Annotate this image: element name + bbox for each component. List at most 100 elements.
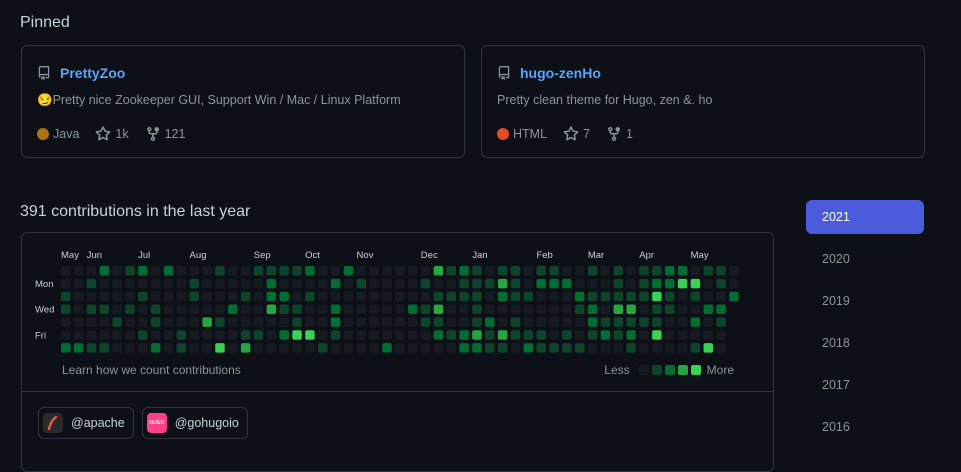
- contribution-day[interactable]: [433, 304, 444, 315]
- contribution-day[interactable]: [459, 304, 469, 315]
- contribution-day[interactable]: [330, 291, 341, 302]
- contribution-day[interactable]: [305, 330, 315, 340]
- contribution-day[interactable]: [176, 317, 187, 327]
- contribution-day[interactable]: [150, 304, 161, 315]
- contribution-day[interactable]: [587, 330, 598, 340]
- contribution-day[interactable]: [536, 304, 546, 315]
- contribution-day[interactable]: [369, 317, 379, 327]
- contribution-day[interactable]: [497, 266, 508, 276]
- contribution-day[interactable]: [575, 343, 585, 353]
- contribution-day[interactable]: [292, 266, 302, 276]
- contribution-day[interactable]: [266, 291, 277, 302]
- contribution-day[interactable]: [510, 343, 521, 353]
- contribution-day[interactable]: [600, 266, 611, 276]
- contribution-day[interactable]: [703, 343, 714, 353]
- contribution-day[interactable]: [202, 291, 212, 302]
- contribution-day[interactable]: [382, 343, 392, 353]
- contribution-day[interactable]: [266, 317, 277, 327]
- contribution-day[interactable]: [356, 278, 367, 289]
- contribution-day[interactable]: [562, 278, 572, 289]
- contribution-day[interactable]: [652, 278, 662, 289]
- contribution-day[interactable]: [125, 304, 135, 315]
- contribution-day[interactable]: [112, 291, 122, 302]
- contribution-day[interactable]: [138, 304, 148, 315]
- contribution-day[interactable]: [523, 343, 534, 353]
- contribution-day[interactable]: [369, 304, 379, 315]
- contribution-day[interactable]: [497, 304, 508, 315]
- contribution-day[interactable]: [459, 266, 469, 276]
- contribution-day[interactable]: [523, 266, 534, 276]
- contribution-day[interactable]: [330, 266, 341, 276]
- contribution-day[interactable]: [138, 343, 148, 353]
- contribution-day[interactable]: [485, 317, 495, 327]
- contribution-day[interactable]: [176, 291, 187, 302]
- contribution-day[interactable]: [716, 317, 726, 327]
- contribution-day[interactable]: [497, 343, 508, 353]
- contribution-day[interactable]: [652, 266, 662, 276]
- contribution-day[interactable]: [73, 278, 84, 289]
- contribution-day[interactable]: [112, 330, 122, 340]
- contribution-day[interactable]: [253, 266, 264, 276]
- contribution-day[interactable]: [703, 330, 714, 340]
- contribution-day[interactable]: [652, 291, 662, 302]
- contribution-day[interactable]: [150, 317, 161, 327]
- contribution-day[interactable]: [407, 304, 418, 315]
- contribution-day[interactable]: [446, 343, 457, 353]
- contribution-day[interactable]: [61, 317, 71, 327]
- contribution-day[interactable]: [369, 291, 379, 302]
- contribution-day[interactable]: [433, 317, 444, 327]
- contribution-day[interactable]: [433, 343, 444, 353]
- contribution-day[interactable]: [99, 266, 110, 276]
- contribution-day[interactable]: [138, 317, 148, 327]
- contribution-day[interactable]: [150, 291, 161, 302]
- contribution-day[interactable]: [716, 278, 726, 289]
- contribution-day[interactable]: [279, 304, 289, 315]
- contribution-day[interactable]: [125, 291, 135, 302]
- contribution-day[interactable]: [652, 330, 662, 340]
- contribution-day[interactable]: [125, 317, 135, 327]
- contribution-day[interactable]: [369, 330, 379, 340]
- contribution-day[interactable]: [536, 330, 546, 340]
- contribution-day[interactable]: [613, 278, 624, 289]
- contribution-day[interactable]: [639, 330, 649, 340]
- contribution-day[interactable]: [716, 330, 726, 340]
- contribution-day[interactable]: [343, 266, 354, 276]
- contribution-day[interactable]: [202, 343, 212, 353]
- contribution-day[interactable]: [587, 266, 598, 276]
- contribution-day[interactable]: [86, 343, 97, 353]
- contribution-day[interactable]: [664, 266, 675, 276]
- contribution-day[interactable]: [356, 343, 367, 353]
- contribution-day[interactable]: [240, 291, 251, 302]
- contribution-day[interactable]: [240, 278, 251, 289]
- contribution-day[interactable]: [228, 266, 238, 276]
- contribution-day[interactable]: [343, 330, 354, 340]
- contribution-day[interactable]: [61, 330, 71, 340]
- contribution-day[interactable]: [73, 317, 84, 327]
- contribution-day[interactable]: [61, 278, 71, 289]
- contribution-day[interactable]: [163, 266, 174, 276]
- contribution-day[interactable]: [292, 330, 302, 340]
- contribution-day[interactable]: [446, 266, 457, 276]
- contribution-day[interactable]: [150, 343, 161, 353]
- contribution-day[interactable]: [228, 291, 238, 302]
- contribution-day[interactable]: [587, 317, 598, 327]
- contribution-day[interactable]: [459, 278, 469, 289]
- contribution-day[interactable]: [99, 304, 110, 315]
- contribution-day[interactable]: [523, 317, 534, 327]
- contribution-day[interactable]: [407, 343, 418, 353]
- contribution-day[interactable]: [266, 304, 277, 315]
- contribution-day[interactable]: [163, 278, 174, 289]
- contribution-day[interactable]: [562, 330, 572, 340]
- contribution-day[interactable]: [626, 343, 636, 353]
- contribution-day[interactable]: [523, 330, 534, 340]
- contribution-day[interactable]: [446, 304, 457, 315]
- contribution-day[interactable]: [639, 304, 649, 315]
- contribution-day[interactable]: [202, 266, 212, 276]
- contribution-day[interactable]: [600, 317, 611, 327]
- contribution-day[interactable]: [215, 266, 225, 276]
- contribution-day[interactable]: [330, 343, 341, 353]
- contribution-day[interactable]: [729, 291, 739, 302]
- contribution-day[interactable]: [202, 330, 212, 340]
- contribution-day[interactable]: [202, 317, 212, 327]
- contribution-day[interactable]: [356, 291, 367, 302]
